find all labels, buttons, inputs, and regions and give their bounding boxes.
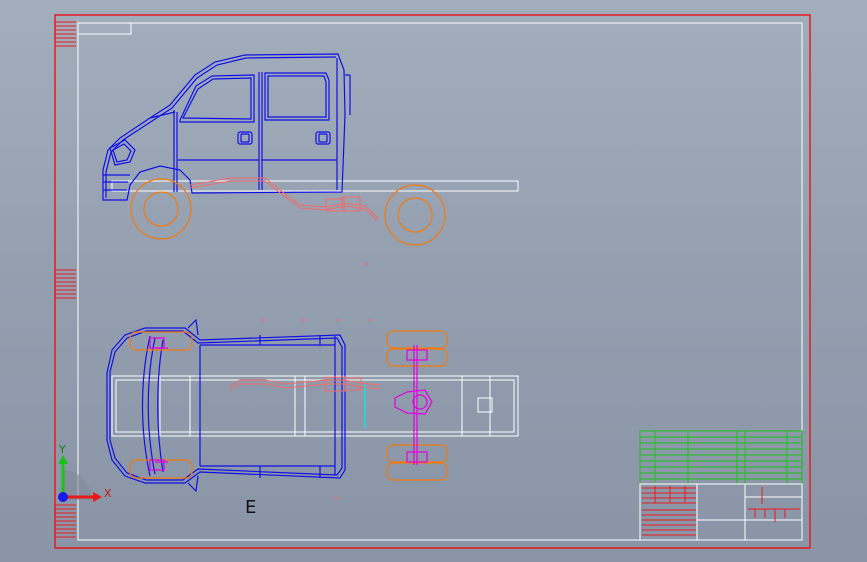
top-view[interactable] bbox=[106, 318, 519, 499]
top-axles bbox=[149, 337, 433, 471]
title-block-main bbox=[639, 483, 803, 541]
side-cab-body bbox=[102, 53, 351, 201]
y-axis-arrow bbox=[58, 455, 68, 464]
side-wheels bbox=[130, 178, 446, 246]
side-frame-rail bbox=[111, 180, 519, 192]
x-axis-arrow bbox=[93, 492, 102, 502]
title-block-green-rows bbox=[639, 430, 803, 485]
corner-box bbox=[77, 22, 132, 35]
view-letter-label: E bbox=[245, 497, 257, 518]
title-block[interactable] bbox=[639, 430, 803, 541]
z-axis-dot bbox=[58, 492, 68, 502]
ucs-axis-icon[interactable]: Y X bbox=[58, 443, 112, 502]
title-block-red-marks bbox=[642, 486, 800, 536]
x-axis-label: X bbox=[104, 487, 112, 500]
side-view[interactable] bbox=[102, 53, 519, 265]
drawing-canvas[interactable]: Y X bbox=[0, 0, 867, 562]
outer-border bbox=[54, 14, 811, 549]
top-cab-body bbox=[106, 318, 346, 493]
y-axis-label: Y bbox=[58, 443, 66, 456]
